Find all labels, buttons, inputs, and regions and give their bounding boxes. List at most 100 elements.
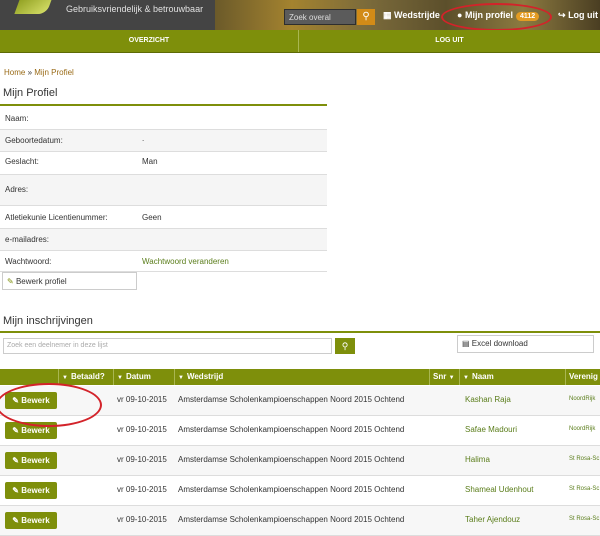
row-event: Amsterdamse Scholenkampioenschappen Noor…: [178, 485, 405, 494]
profile-row-email: e-mailadres:: [0, 229, 327, 251]
profile-value-geboortedatum: .: [142, 134, 145, 143]
sort-caret-icon: ▼: [463, 375, 469, 381]
profile-label-email: e-mailadres:: [5, 235, 50, 244]
row-club: St Rosa-Sc: [569, 486, 600, 492]
registrations-title: Mijn inschrijvingen: [3, 315, 93, 327]
row-event: Amsterdamse Scholenkampioenschappen Noor…: [178, 395, 405, 404]
column-header-vereniging[interactable]: Verenig: [565, 369, 600, 385]
column-header-datum[interactable]: ▼ Datum: [113, 369, 174, 385]
column-header-naam[interactable]: ▼ Naam: [459, 369, 565, 385]
sort-caret-icon: ▼: [117, 375, 123, 381]
edit-registration-button[interactable]: ✎ Bewerk: [5, 482, 57, 499]
pencil-icon: ✎: [7, 277, 14, 286]
highlight-oval-bewerk: [0, 383, 102, 427]
change-password-link[interactable]: Wachtwoord veranderen: [142, 257, 229, 266]
participant-filter-input[interactable]: Zoek een deelnemer in deze lijst: [3, 338, 332, 354]
row-name[interactable]: Safae Madouri: [465, 425, 517, 434]
pencil-icon: ✎: [12, 516, 19, 525]
row-name[interactable]: Kashan Raja: [465, 395, 511, 404]
column-label: Snr: [433, 372, 447, 381]
profile-value-licentie: Geen: [142, 213, 162, 222]
row-date: vr 09-10-2015: [117, 395, 167, 404]
logout-label: Log uit: [568, 10, 599, 20]
column-header-betaald[interactable]: ▼ Betaald?: [58, 369, 113, 385]
main-nav: OVERZICHT LOG UIT: [0, 30, 600, 53]
registrations-title-rule: [0, 331, 600, 333]
row-event: Amsterdamse Scholenkampioenschappen Noor…: [178, 515, 405, 524]
column-header-wedstrijd[interactable]: ▼ Wedstrijd: [174, 369, 429, 385]
table-row: ✎ Bewerk vr 09-10-2015 Amsterdamse Schol…: [0, 506, 600, 536]
nav-log-uit[interactable]: LOG UIT: [299, 30, 600, 52]
table-row: ✎ Bewerk vr 09-10-2015 Amsterdamse Schol…: [0, 416, 600, 446]
sort-caret-icon: ▼: [62, 375, 68, 381]
profile-label-naam: Naam:: [5, 114, 29, 123]
search-button[interactable]: ⚲: [357, 9, 375, 25]
sort-caret-icon: ▼: [448, 375, 455, 381]
edit-profile-label: Bewerk profiel: [15, 277, 67, 286]
profile-label-geboortedatum: Geboortedatum:: [5, 136, 63, 145]
filter-search-button[interactable]: ⚲: [335, 338, 355, 354]
profile-title-rule: [0, 104, 327, 106]
profile-row-licentie: Atletiekunie Licentienummer: Geen: [0, 206, 327, 229]
row-event: Amsterdamse Scholenkampioenschappen Noor…: [178, 455, 405, 464]
row-date: vr 09-10-2015: [117, 455, 167, 464]
profile-title: Mijn Profiel: [3, 87, 58, 99]
profile-label-licentie: Atletiekunie Licentienummer:: [5, 213, 108, 222]
tagline: Gebruiksvriendelijk & betrouwbaar: [66, 4, 204, 14]
pencil-icon: ✎: [12, 426, 19, 435]
edit-registration-button[interactable]: ✎ Bewerk: [5, 512, 57, 529]
registrations-table-header: ▼ Betaald? ▼ Datum ▼ Wedstrijd Snr ▼ ▼ Naam …: [0, 369, 600, 385]
wedstrijden-link[interactable]: ▦ Wedstrijde: [383, 10, 440, 21]
wedstrijden-label: Wedstrijde: [394, 10, 440, 20]
breadcrumb: Home » Mijn Profiel: [4, 68, 74, 77]
logo-area: Gebruiksvriendelijk & betrouwbaar: [0, 0, 215, 30]
row-name[interactable]: Halima: [465, 455, 490, 464]
column-label: Datum: [125, 372, 151, 381]
pencil-icon: ✎: [12, 486, 19, 495]
calendar-icon: ▦: [383, 10, 392, 20]
edit-label: Bewerk: [21, 426, 50, 435]
excel-download-button[interactable]: ▤ Excel download: [457, 335, 594, 353]
row-club: NoordRijk: [569, 426, 596, 432]
sort-caret-icon: ▼: [178, 375, 184, 381]
breadcrumb-current[interactable]: Mijn Profiel: [34, 68, 74, 77]
edit-profile-button[interactable]: ✎ Bewerk profiel: [2, 272, 137, 290]
nav-overzicht[interactable]: OVERZICHT: [0, 30, 298, 52]
column-label: Naam: [471, 372, 494, 381]
row-club: St Rosa-Sc: [569, 516, 600, 522]
edit-registration-button[interactable]: ✎ Bewerk: [5, 452, 57, 469]
table-row: ✎ Bewerk vr 09-10-2015 Amsterdamse Schol…: [0, 476, 600, 506]
profile-row-adres: Adres:: [0, 175, 327, 206]
profile-row-wachtwoord: Wachtwoord: Wachtwoord veranderen: [0, 251, 327, 272]
profile-label-adres: Adres:: [5, 185, 29, 194]
profile-value-geslacht: Man: [142, 157, 158, 166]
file-icon: ▤: [462, 339, 470, 348]
profile-row-geboortedatum: Geboortedatum: .: [0, 130, 327, 152]
row-name[interactable]: Taher Ajendouz: [465, 515, 520, 524]
edit-label: Bewerk: [21, 516, 50, 525]
row-club: NoordRijk: [569, 396, 596, 402]
highlight-oval-profile: [441, 3, 552, 31]
row-club: St Rosa-Sc: [569, 456, 600, 462]
edit-label: Bewerk: [21, 456, 50, 465]
search-input[interactable]: Zoek overal: [284, 9, 356, 25]
profile-label-geslacht: Geslacht:: [5, 157, 39, 166]
table-row: ✎ Bewerk vr 09-10-2015 Amsterdamse Schol…: [0, 446, 600, 476]
profile-label-wachtwoord: Wachtwoord:: [5, 257, 52, 266]
row-name[interactable]: Shameal Udenhout: [465, 485, 534, 494]
row-date: vr 09-10-2015: [117, 425, 167, 434]
breadcrumb-home[interactable]: Home: [4, 68, 25, 77]
search-icon: ⚲: [362, 11, 370, 22]
logout-icon: ↪: [558, 10, 566, 20]
column-label: Betaald?: [70, 372, 105, 381]
row-date: vr 09-10-2015: [117, 515, 167, 524]
column-label: Verenig: [569, 372, 598, 381]
pencil-icon: ✎: [12, 456, 19, 465]
column-header-snr[interactable]: Snr ▼: [429, 369, 459, 385]
logo-icon[interactable]: [14, 0, 54, 14]
search-icon: ⚲: [341, 341, 349, 351]
edit-label: Bewerk: [21, 486, 50, 495]
row-event: Amsterdamse Scholenkampioenschappen Noor…: [178, 425, 405, 434]
logout-link[interactable]: ↪ Log uit: [558, 10, 598, 21]
profile-row-naam: Naam:: [0, 107, 327, 130]
